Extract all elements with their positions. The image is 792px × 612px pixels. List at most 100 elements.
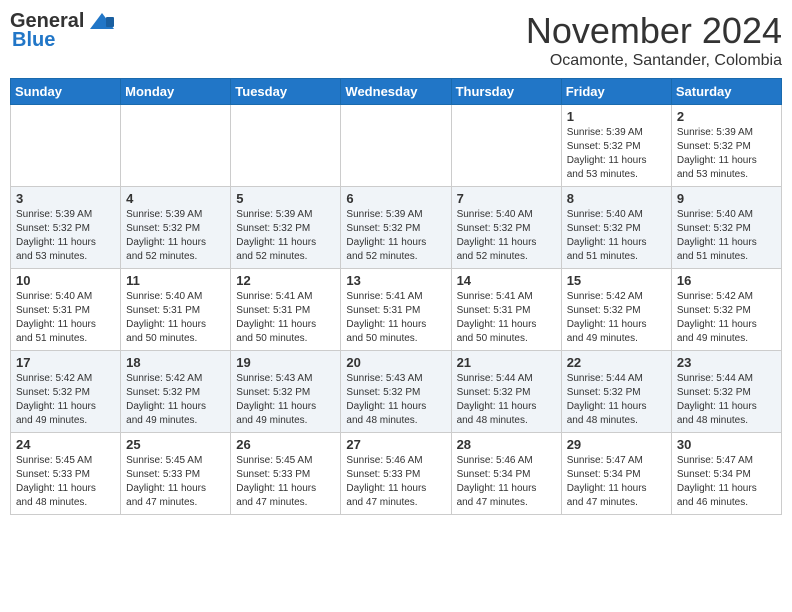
day-number: 26: [236, 437, 335, 452]
day-number: 12: [236, 273, 335, 288]
calendar-cell: 6 Sunrise: 5:39 AM Sunset: 5:32 PM Daylig…: [341, 187, 451, 269]
day-number: 18: [126, 355, 225, 370]
day-info: Sunrise: 5:45 AM Sunset: 5:33 PM Dayligh…: [236, 454, 335, 510]
calendar-cell: 23 Sunrise: 5:44 AM Sunset: 5:32 PM Dayli…: [671, 351, 781, 433]
calendar-cell: [341, 105, 451, 187]
day-number: 24: [16, 437, 115, 452]
calendar-cell: 14Sunrise: 5:41 AM Sunset: 5:31 PM Dayli…: [451, 269, 561, 351]
day-info: Sunrise: 5:42 AM Sunset: 5:32 PM Dayligh…: [16, 372, 115, 428]
day-info: Sunrise: 5:40 AM Sunset: 5:32 PM Dayligh…: [457, 208, 556, 264]
day-number: 15: [567, 273, 666, 288]
day-info: Sunrise: 5:39 AM Sunset: 5:32 PM Dayligh…: [567, 126, 666, 182]
calendar-cell: 17 Sunrise: 5:42 AM Sunset: 5:32 PM Dayli…: [11, 351, 121, 433]
day-number: 6: [346, 191, 445, 206]
day-number: 8: [567, 191, 666, 206]
calendar-cell: 9 Sunrise: 5:40 AM Sunset: 5:32 PM Daylig…: [671, 187, 781, 269]
weekday-header-friday: Friday: [561, 79, 671, 105]
calendar-cell: [451, 105, 561, 187]
day-number: 30: [677, 437, 776, 452]
calendar-cell: [11, 105, 121, 187]
calendar-week-row: 10 Sunrise: 5:40 AM Sunset: 5:31 PM Dayli…: [11, 269, 782, 351]
calendar-cell: [121, 105, 231, 187]
calendar-cell: 8Sunrise: 5:40 AM Sunset: 5:32 PM Daylig…: [561, 187, 671, 269]
calendar-cell: 30 Sunrise: 5:47 AM Sunset: 5:34 PM Dayli…: [671, 433, 781, 515]
calendar-cell: 19 Sunrise: 5:43 AM Sunset: 5:32 PM Dayli…: [231, 351, 341, 433]
day-number: 3: [16, 191, 115, 206]
weekday-header-row: SundayMondayTuesdayWednesdayThursdayFrid…: [11, 79, 782, 105]
day-info: Sunrise: 5:47 AM Sunset: 5:34 PM Dayligh…: [677, 454, 776, 510]
day-number: 22: [567, 355, 666, 370]
calendar-cell: [231, 105, 341, 187]
logo-icon: [88, 11, 116, 33]
calendar-cell: 10 Sunrise: 5:40 AM Sunset: 5:31 PM Dayli…: [11, 269, 121, 351]
calendar-cell: 1 Sunrise: 5:39 AM Sunset: 5:32 PM Daylig…: [561, 105, 671, 187]
day-info: Sunrise: 5:46 AM Sunset: 5:34 PM Dayligh…: [457, 454, 556, 510]
day-info: Sunrise: 5:44 AM Sunset: 5:32 PM Dayligh…: [567, 372, 666, 428]
day-info: Sunrise: 5:42 AM Sunset: 5:32 PM Dayligh…: [126, 372, 225, 428]
calendar-week-row: 1 Sunrise: 5:39 AM Sunset: 5:32 PM Daylig…: [11, 105, 782, 187]
calendar-cell: 21Sunrise: 5:44 AM Sunset: 5:32 PM Dayli…: [451, 351, 561, 433]
weekday-header-monday: Monday: [121, 79, 231, 105]
calendar-cell: 4Sunrise: 5:39 AM Sunset: 5:32 PM Daylig…: [121, 187, 231, 269]
calendar-cell: 5 Sunrise: 5:39 AM Sunset: 5:32 PM Daylig…: [231, 187, 341, 269]
day-info: Sunrise: 5:40 AM Sunset: 5:32 PM Dayligh…: [677, 208, 776, 264]
weekday-header-thursday: Thursday: [451, 79, 561, 105]
calendar-cell: 3 Sunrise: 5:39 AM Sunset: 5:32 PM Daylig…: [11, 187, 121, 269]
day-number: 9: [677, 191, 776, 206]
day-number: 27: [346, 437, 445, 452]
day-number: 21: [457, 355, 556, 370]
calendar-cell: 25 Sunrise: 5:45 AM Sunset: 5:33 PM Dayli…: [121, 433, 231, 515]
calendar-cell: 18 Sunrise: 5:42 AM Sunset: 5:32 PM Dayli…: [121, 351, 231, 433]
day-info: Sunrise: 5:39 AM Sunset: 5:32 PM Dayligh…: [677, 126, 776, 182]
day-number: 25: [126, 437, 225, 452]
day-number: 11: [126, 273, 225, 288]
day-number: 16: [677, 273, 776, 288]
day-info: Sunrise: 5:42 AM Sunset: 5:32 PM Dayligh…: [567, 290, 666, 346]
day-number: 17: [16, 355, 115, 370]
day-number: 14: [457, 273, 556, 288]
calendar-cell: 22 Sunrise: 5:44 AM Sunset: 5:32 PM Dayli…: [561, 351, 671, 433]
day-info: Sunrise: 5:41 AM Sunset: 5:31 PM Dayligh…: [346, 290, 445, 346]
calendar-cell: 11 Sunrise: 5:40 AM Sunset: 5:31 PM Dayli…: [121, 269, 231, 351]
day-number: 19: [236, 355, 335, 370]
weekday-header-tuesday: Tuesday: [231, 79, 341, 105]
day-info: Sunrise: 5:47 AM Sunset: 5:34 PM Dayligh…: [567, 454, 666, 510]
day-info: Sunrise: 5:39 AM Sunset: 5:32 PM Dayligh…: [16, 208, 115, 264]
day-info: Sunrise: 5:43 AM Sunset: 5:32 PM Dayligh…: [346, 372, 445, 428]
calendar-week-row: 17 Sunrise: 5:42 AM Sunset: 5:32 PM Dayli…: [11, 351, 782, 433]
logo: General Blue: [10, 10, 116, 52]
day-info: Sunrise: 5:39 AM Sunset: 5:32 PM Dayligh…: [236, 208, 335, 264]
calendar-cell: 2 Sunrise: 5:39 AM Sunset: 5:32 PM Daylig…: [671, 105, 781, 187]
day-number: 7: [457, 191, 556, 206]
location-title: Ocamonte, Santander, Colombia: [526, 52, 782, 70]
day-number: 10: [16, 273, 115, 288]
day-number: 2: [677, 109, 776, 124]
calendar-cell: 12 Sunrise: 5:41 AM Sunset: 5:31 PM Dayli…: [231, 269, 341, 351]
calendar-cell: 27Sunrise: 5:46 AM Sunset: 5:33 PM Dayli…: [341, 433, 451, 515]
day-number: 28: [457, 437, 556, 452]
day-info: Sunrise: 5:41 AM Sunset: 5:31 PM Dayligh…: [236, 290, 335, 346]
weekday-header-sunday: Sunday: [11, 79, 121, 105]
page-header: General Blue November 2024 Ocamonte, San…: [10, 10, 782, 70]
day-number: 4: [126, 191, 225, 206]
day-info: Sunrise: 5:44 AM Sunset: 5:32 PM Dayligh…: [677, 372, 776, 428]
title-block: November 2024 Ocamonte, Santander, Colom…: [526, 10, 782, 70]
calendar-cell: 26 Sunrise: 5:45 AM Sunset: 5:33 PM Dayli…: [231, 433, 341, 515]
day-number: 13: [346, 273, 445, 288]
calendar-cell: 16 Sunrise: 5:42 AM Sunset: 5:32 PM Dayli…: [671, 269, 781, 351]
weekday-header-saturday: Saturday: [671, 79, 781, 105]
calendar-cell: 28 Sunrise: 5:46 AM Sunset: 5:34 PM Dayli…: [451, 433, 561, 515]
day-info: Sunrise: 5:42 AM Sunset: 5:32 PM Dayligh…: [677, 290, 776, 346]
day-info: Sunrise: 5:40 AM Sunset: 5:31 PM Dayligh…: [126, 290, 225, 346]
day-number: 5: [236, 191, 335, 206]
day-number: 1: [567, 109, 666, 124]
day-info: Sunrise: 5:43 AM Sunset: 5:32 PM Dayligh…: [236, 372, 335, 428]
calendar-cell: 20Sunrise: 5:43 AM Sunset: 5:32 PM Dayli…: [341, 351, 451, 433]
day-number: 29: [567, 437, 666, 452]
day-number: 23: [677, 355, 776, 370]
calendar-cell: 13 Sunrise: 5:41 AM Sunset: 5:31 PM Dayli…: [341, 269, 451, 351]
day-info: Sunrise: 5:39 AM Sunset: 5:32 PM Dayligh…: [346, 208, 445, 264]
day-info: Sunrise: 5:45 AM Sunset: 5:33 PM Dayligh…: [126, 454, 225, 510]
calendar-cell: 29 Sunrise: 5:47 AM Sunset: 5:34 PM Dayli…: [561, 433, 671, 515]
day-info: Sunrise: 5:40 AM Sunset: 5:31 PM Dayligh…: [16, 290, 115, 346]
